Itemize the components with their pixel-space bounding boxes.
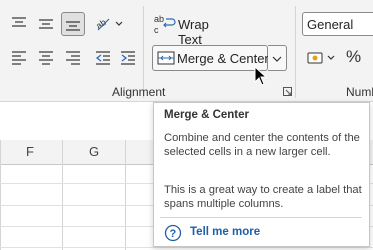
decrease-indent-icon — [95, 51, 110, 65]
merge-center-button[interactable]: Merge & Center — [152, 45, 269, 71]
number-format-dropdown[interactable]: General — [302, 12, 373, 36]
tooltip-divider — [160, 217, 362, 218]
increase-indent-icon — [121, 51, 135, 65]
top-align-icon — [12, 17, 26, 27]
accounting-format-icon — [307, 52, 335, 64]
wrap-text-button[interactable]: ab c Wrap Text — [152, 12, 232, 47]
decrease-indent-button[interactable] — [92, 47, 114, 69]
number-group-label: Numb — [346, 85, 373, 99]
align-right-icon — [66, 51, 80, 65]
align-left-button[interactable] — [8, 47, 30, 69]
middle-align-button[interactable] — [35, 13, 57, 35]
column-header-g[interactable]: G — [89, 144, 99, 159]
ribbon-separator — [295, 6, 296, 98]
orientation-icon: ab — [95, 17, 123, 31]
help-icon: ? — [164, 224, 182, 242]
orientation-button[interactable]: ab — [92, 13, 124, 35]
top-align-button[interactable] — [8, 13, 30, 35]
bottom-align-button[interactable] — [61, 12, 85, 36]
accounting-format-button[interactable] — [304, 47, 340, 69]
svg-text:?: ? — [170, 228, 177, 240]
svg-text:c: c — [154, 25, 159, 35]
grid-line — [0, 247, 373, 248]
tooltip-detail: This is a great way to create a label th… — [164, 184, 362, 210]
grid-line — [0, 140, 1, 250]
column-header-f[interactable]: F — [26, 144, 34, 159]
tell-me-more-label: Tell me more — [190, 226, 261, 238]
mouse-cursor-icon — [254, 66, 268, 86]
grid-line — [125, 140, 126, 250]
svg-text:ab: ab — [154, 14, 164, 24]
wrap-text-label: Wrap Text — [178, 17, 209, 47]
merge-center-label: Merge & Center — [177, 51, 269, 66]
merge-center-icon — [157, 51, 175, 65]
tooltip-description: Combine and center the contents of the s… — [164, 132, 360, 158]
middle-align-icon — [39, 19, 53, 29]
align-left-icon — [12, 51, 26, 65]
grid-line — [62, 140, 63, 250]
svg-text:ab: ab — [95, 17, 108, 31]
merge-center-dropdown[interactable] — [268, 45, 287, 71]
align-center-button[interactable] — [35, 47, 57, 69]
number-format-value: General — [307, 17, 354, 32]
bottom-align-icon — [66, 21, 80, 31]
align-center-icon — [39, 51, 53, 65]
percent-style-button[interactable]: % — [346, 47, 361, 67]
merge-center-tooltip: Merge & Center Combine and center the co… — [153, 102, 370, 247]
tooltip-title: Merge & Center — [164, 109, 249, 121]
chevron-down-icon — [272, 56, 282, 62]
dialog-launcher-icon[interactable] — [283, 87, 293, 97]
wrap-text-icon: ab c — [154, 14, 176, 35]
increase-indent-button[interactable] — [117, 47, 139, 69]
alignment-group-label: Alignment — [112, 85, 166, 99]
align-right-button[interactable] — [62, 47, 84, 69]
